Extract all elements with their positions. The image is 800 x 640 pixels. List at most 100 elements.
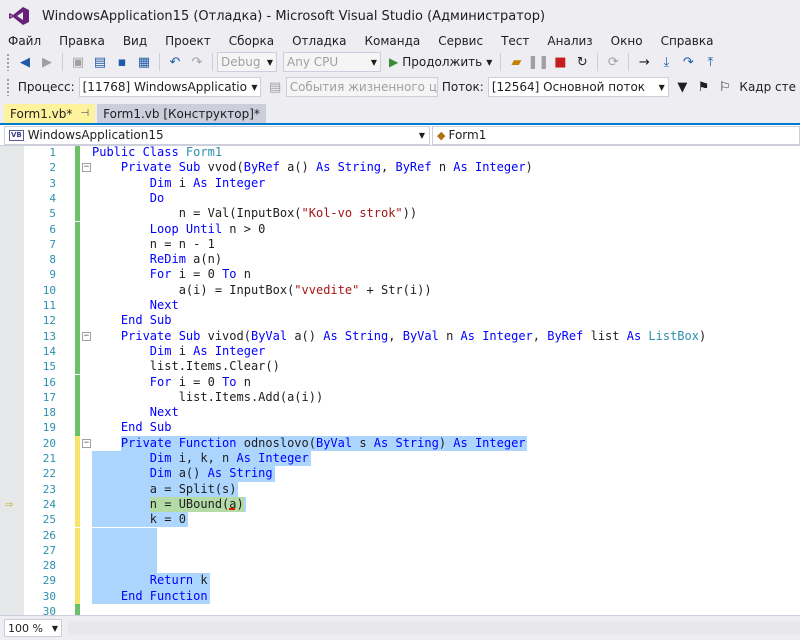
horizontal-scrollbar[interactable] bbox=[68, 621, 800, 635]
menu-project[interactable]: Проект bbox=[156, 32, 220, 50]
restart-icon[interactable]: ↻ bbox=[572, 52, 592, 72]
save-all-icon[interactable]: ▦ bbox=[134, 52, 154, 72]
pause-icon[interactable]: ❚❚ bbox=[527, 52, 549, 72]
tab-form1-designer[interactable]: Form1.vb [Конструктор]* bbox=[97, 104, 266, 123]
code-line[interactable]: 21 Dim i, k, n As Integer bbox=[0, 451, 800, 467]
collapse-icon[interactable]: − bbox=[82, 163, 91, 173]
menu-analyze[interactable]: Анализ bbox=[538, 32, 601, 50]
code-line[interactable]: 26 bbox=[0, 527, 800, 543]
menu-debug[interactable]: Отладка bbox=[283, 32, 355, 50]
code-line[interactable]: 20 − Private Function odnoslovo(ByVal s A… bbox=[0, 435, 800, 451]
menu-file[interactable]: Файл bbox=[0, 32, 50, 50]
forward-icon[interactable]: ▶ bbox=[37, 52, 57, 72]
flag-thread-icon[interactable]: ⚐ bbox=[715, 77, 734, 97]
code-line[interactable]: 18 Next bbox=[0, 405, 800, 421]
chevron-down-icon: ▼ bbox=[418, 130, 425, 140]
code-line[interactable]: 2− Private Sub vvod(ByRef a() As String,… bbox=[0, 160, 800, 176]
code-line[interactable]: 5 n = Val(InputBox("Kol-vo strok")) bbox=[0, 206, 800, 222]
code-line[interactable]: 8 ReDim a(n) bbox=[0, 252, 800, 268]
code-token: As Integer bbox=[460, 328, 533, 343]
change-indicator bbox=[75, 466, 80, 482]
configuration-dropdown[interactable]: Debug ▼ bbox=[217, 52, 277, 72]
lifecycle-events-dropdown[interactable]: События жизненного цикла▼ bbox=[285, 77, 438, 97]
collapse-icon[interactable]: − bbox=[82, 438, 91, 448]
step-over-icon[interactable]: ↷ bbox=[678, 52, 698, 72]
menu-help[interactable]: Справка bbox=[652, 32, 723, 50]
save-icon[interactable]: ▪ bbox=[112, 52, 132, 72]
code-line[interactable]: 24 n = UBound(a) ⇨ bbox=[0, 496, 800, 513]
code-token: ReDim bbox=[149, 252, 194, 267]
code-text: n = Val(InputBox("Kol-vo strok")) bbox=[92, 206, 417, 221]
code-line[interactable]: 28 bbox=[0, 558, 800, 574]
menu-team[interactable]: Команда bbox=[355, 32, 429, 50]
code-line[interactable]: 1 Public Class Form1 bbox=[0, 146, 800, 161]
change-indicator bbox=[75, 146, 80, 161]
code-line[interactable]: 7 n = n - 1 bbox=[0, 236, 800, 253]
code-line[interactable]: 22 Dim a() As String bbox=[0, 466, 800, 482]
filter-icon[interactable]: ▼ bbox=[673, 77, 692, 97]
code-line[interactable]: 10 a(i) = InputBox("vvedite" + Str(i)) bbox=[0, 282, 800, 298]
code-line[interactable]: 25 k = 0 bbox=[0, 512, 800, 528]
flag-icon[interactable]: ⚑ bbox=[694, 77, 713, 97]
code-line[interactable]: 30 End Function bbox=[0, 588, 800, 604]
menu-build[interactable]: Сборка bbox=[220, 32, 283, 50]
step-out-icon[interactable]: ⤒ bbox=[700, 52, 720, 72]
pin-icon[interactable]: ⊣ bbox=[80, 108, 89, 119]
stop-icon[interactable]: ■ bbox=[550, 52, 570, 72]
menu-view[interactable]: Вид bbox=[114, 32, 156, 50]
zoom-dropdown[interactable]: 100 % ▼ bbox=[4, 619, 62, 637]
chevron-down-icon: ▼ bbox=[251, 82, 258, 92]
code-editor[interactable]: 1 Public Class Form1 2− Private Sub vvod(B… bbox=[0, 146, 800, 615]
platform-dropdown[interactable]: Any CPU ▼ bbox=[283, 52, 381, 72]
menu-test[interactable]: Тест bbox=[492, 32, 538, 50]
change-indicator bbox=[75, 190, 80, 207]
toolbar-grip[interactable] bbox=[6, 78, 10, 96]
thread-dropdown[interactable]: [12564] Основной поток ▼ bbox=[487, 77, 669, 97]
show-next-statement-icon[interactable]: → bbox=[634, 52, 654, 72]
change-indicator bbox=[75, 175, 80, 191]
new-project-icon[interactable]: ▣ bbox=[68, 52, 88, 72]
code-line[interactable]: 17 list.Items.Add(a(i)) bbox=[0, 389, 800, 406]
code-line[interactable]: 11 Next bbox=[0, 298, 800, 314]
menu-window[interactable]: Окно bbox=[602, 32, 652, 50]
code-line[interactable]: 27 bbox=[0, 542, 800, 559]
code-line[interactable]: 16 For i = 0 To n bbox=[0, 374, 800, 390]
class-dropdown[interactable]: ◆ Form1 bbox=[432, 125, 800, 145]
code-line[interactable]: 29 Return k bbox=[0, 573, 800, 589]
hot-reload-icon[interactable]: ⟳ bbox=[603, 52, 623, 72]
menu-edit[interactable]: Правка bbox=[50, 32, 114, 50]
code-line[interactable]: 23 a = Split(s) bbox=[0, 481, 800, 497]
continue-button[interactable]: ▶ Продолжить ▼ bbox=[385, 55, 496, 69]
code-token: Form1 bbox=[185, 146, 223, 159]
open-folder-icon[interactable]: ▤ bbox=[90, 52, 110, 72]
code-line[interactable]: 3 Dim i As Integer bbox=[0, 175, 800, 191]
code-line[interactable]: 15 list.Items.Clear() bbox=[0, 359, 800, 375]
code-line[interactable]: 12 End Sub bbox=[0, 313, 800, 329]
code-line[interactable]: 6 Loop Until n > 0 bbox=[0, 221, 800, 237]
thread-label: Поток: bbox=[441, 80, 484, 94]
code-line[interactable]: 14 Dim i As Integer bbox=[0, 343, 800, 360]
code-line[interactable]: 19 End Sub bbox=[0, 420, 800, 436]
code-token: , bbox=[388, 328, 403, 343]
step-into-icon[interactable]: ⤓ bbox=[656, 52, 676, 72]
back-icon[interactable]: ◀ bbox=[15, 52, 35, 72]
code-token: ByRef bbox=[547, 328, 591, 343]
collapse-icon[interactable]: − bbox=[82, 331, 91, 341]
menu-tools[interactable]: Сервис bbox=[429, 32, 492, 50]
code-line[interactable]: 30 bbox=[0, 604, 800, 615]
tab-form1-vb[interactable]: Form1.vb* ⊣ bbox=[4, 104, 96, 123]
undo-icon[interactable]: ↶ bbox=[165, 52, 185, 72]
code-line[interactable]: 13− Private Sub vivod(ByVal a() As Strin… bbox=[0, 328, 800, 344]
project-dropdown[interactable]: VB WindowsApplication15 ▼ bbox=[4, 125, 430, 145]
line-number: 8 bbox=[49, 253, 56, 267]
change-indicator bbox=[75, 604, 80, 615]
current-statement-arrow-icon[interactable]: ⇨ bbox=[5, 497, 13, 512]
redo-icon[interactable]: ↷ bbox=[187, 52, 207, 72]
process-dropdown[interactable]: [11768] WindowsApplication15.vsh▼ bbox=[78, 77, 262, 97]
code-line[interactable]: 9 For i = 0 To n bbox=[0, 267, 800, 283]
code-line[interactable]: 4 Do bbox=[0, 190, 800, 207]
attach-icon[interactable]: ▰ bbox=[506, 52, 526, 72]
toolbar-grip[interactable] bbox=[6, 53, 10, 71]
